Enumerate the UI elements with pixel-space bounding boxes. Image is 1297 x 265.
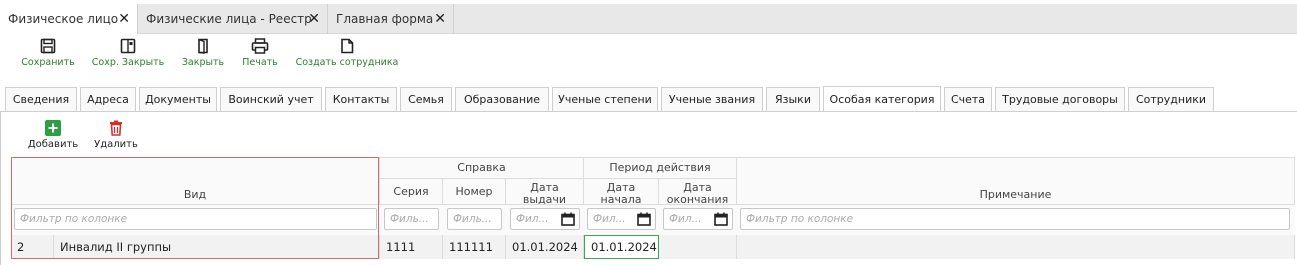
filter-end-date-input[interactable]: Фил... (663, 208, 733, 230)
save-close-button[interactable]: Сохр. Закрыть (88, 38, 168, 74)
cell-issue-date: 01.01.2024 (506, 235, 584, 259)
save-button[interactable]: Сохранить (18, 38, 78, 74)
tab-contacts[interactable]: Контакты (325, 87, 397, 111)
doc-tab-person[interactable]: Физическое лицо ✕ (0, 4, 138, 34)
save-close-icon (120, 38, 136, 54)
add-label: Добавить (27, 139, 79, 150)
close-door-icon (198, 38, 208, 54)
doc-tab-persons-registry[interactable]: Физические лица - Реестр ✕ (138, 4, 328, 34)
tab-degrees[interactable]: Ученые степени (552, 87, 658, 111)
tab-documents[interactable]: Документы (139, 87, 217, 111)
filter-number-input[interactable]: Филь... (447, 208, 502, 230)
delete-button[interactable]: Удалить (90, 120, 142, 150)
col-header-series[interactable]: Серия (380, 179, 443, 205)
doc-tab-label: Главная форма (336, 12, 434, 26)
tab-special-category[interactable]: Особая категория (823, 86, 941, 112)
tab-accounts[interactable]: Счета (944, 87, 992, 111)
col-header-issue-date[interactable]: Дата выдачи (506, 179, 584, 205)
filter-issue-date-text: Фил... (516, 213, 549, 225)
save-label: Сохранить (21, 57, 75, 68)
tab-addresses[interactable]: Адреса (80, 87, 136, 111)
trash-icon (110, 120, 122, 136)
cell-series: 1111 (380, 235, 443, 259)
save-close-label: Сохр. Закрыть (91, 57, 165, 68)
filter-end-date-text: Фил... (669, 213, 702, 225)
calendar-icon[interactable] (637, 212, 651, 226)
calendar-icon[interactable] (561, 212, 575, 226)
doc-tab-label: Физические лица - Реестр (146, 12, 312, 26)
close-icon[interactable]: ✕ (434, 11, 446, 27)
tab-languages[interactable]: Языки (766, 87, 820, 111)
create-employee-label: Создать сотрудника (295, 57, 399, 68)
close-button[interactable]: Закрыть (178, 38, 228, 74)
filter-start-date-input[interactable]: Фил... (587, 208, 656, 230)
col-header-type[interactable]: Вид (11, 157, 380, 205)
filter-issue-date-input[interactable]: Фил... (510, 208, 580, 230)
close-label: Закрыть (181, 57, 225, 68)
print-label: Печать (242, 57, 278, 68)
col-group-period: Период действия (584, 157, 737, 179)
filter-type-input[interactable]: Фильтр по колонке (14, 208, 377, 230)
col-header-start-date[interactable]: Дата начала (584, 179, 659, 205)
tab-employees[interactable]: Сотрудники (1128, 87, 1214, 111)
cell-start-date[interactable]: 01.01.2024 (584, 235, 659, 259)
close-icon[interactable]: ✕ (308, 11, 320, 27)
cell-code: 2 (11, 235, 54, 259)
filter-note-input[interactable]: Фильтр по колонке (740, 208, 1290, 230)
doc-tab-label: Физическое лицо (8, 12, 119, 26)
add-button[interactable]: Добавить (24, 120, 82, 150)
new-document-icon (341, 38, 354, 54)
filter-start-date-text: Фил... (593, 213, 626, 225)
plus-icon (45, 120, 61, 136)
filter-series-input[interactable]: Филь... (384, 208, 439, 230)
document-tabs-bar: Физическое лицо ✕ Физические лица - Реес… (0, 4, 1297, 34)
print-icon (251, 38, 269, 54)
create-employee-button[interactable]: Создать сотрудника (294, 38, 400, 74)
print-button[interactable]: Печать (238, 38, 282, 74)
cell-number: 111111 (443, 235, 506, 259)
col-header-note[interactable]: Примечание (737, 157, 1295, 205)
cell-note (737, 235, 1295, 259)
col-header-end-date[interactable]: Дата окончания (659, 179, 737, 205)
save-icon (40, 38, 56, 54)
col-group-certificate: Справка (380, 157, 584, 179)
tab-military[interactable]: Воинский учет (220, 87, 322, 111)
cell-type: Инвалид II группы (54, 235, 380, 259)
tab-family[interactable]: Семья (400, 87, 452, 111)
tab-svedeniya[interactable]: Сведения (5, 87, 77, 111)
tab-titles[interactable]: Ученые звания (661, 87, 763, 111)
doc-tab-main-form[interactable]: Главная форма ✕ (328, 4, 454, 34)
col-header-number[interactable]: Номер (443, 179, 506, 205)
cell-end-date (659, 235, 737, 259)
tab-labor-contracts[interactable]: Трудовые договоры (995, 87, 1125, 111)
close-icon[interactable]: ✕ (118, 11, 130, 27)
calendar-icon[interactable] (714, 212, 728, 226)
delete-label: Удалить (94, 139, 138, 150)
tab-education[interactable]: Образование (455, 87, 549, 111)
